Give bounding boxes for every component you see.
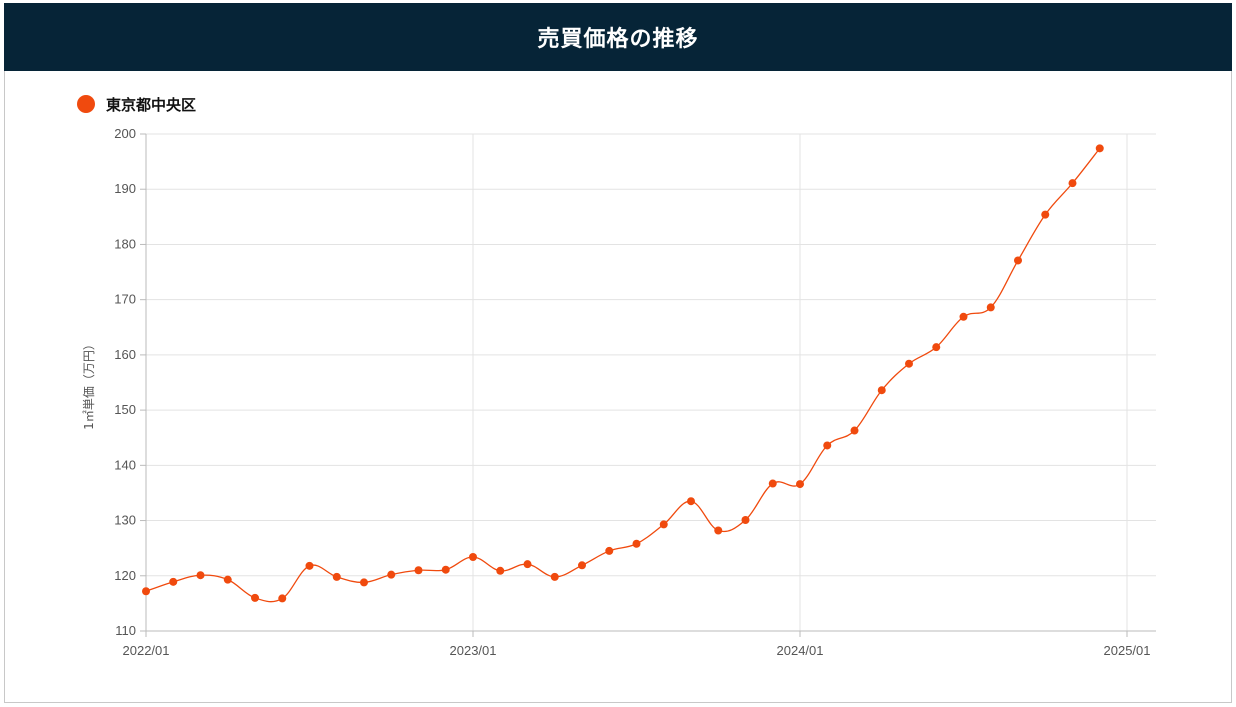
legend-label: 東京都中央区 — [106, 96, 196, 114]
data-point[interactable] — [1095, 144, 1104, 153]
y-tick-label: 160 — [114, 347, 136, 362]
data-point[interactable] — [1068, 179, 1077, 188]
y-tick-label: 200 — [114, 126, 136, 141]
data-point[interactable] — [877, 386, 886, 395]
y-tick-label: 190 — [114, 181, 136, 196]
y-axis-ticks: 110 120 130 140 150 160 170 180 190 200 — [114, 126, 146, 638]
data-point[interactable] — [441, 565, 450, 574]
data-point[interactable] — [169, 577, 178, 586]
line-chart: 110120130140150160170180190200 2022/01 20… — [77, 95, 1156, 658]
data-point[interactable] — [605, 546, 614, 555]
data-point[interactable] — [523, 560, 532, 569]
y-tick-label: 110 — [115, 623, 136, 638]
data-point[interactable] — [905, 359, 913, 368]
data-point[interactable] — [986, 303, 995, 312]
axes — [145, 134, 1156, 632]
data-point[interactable] — [578, 561, 586, 570]
data-point[interactable] — [278, 594, 287, 603]
y-tick-label: 150 — [114, 402, 136, 417]
data-point[interactable] — [632, 539, 641, 548]
data-point[interactable] — [741, 516, 750, 525]
data-point[interactable] — [469, 553, 477, 562]
y-tick-label: 170 — [114, 292, 136, 307]
y-tick-label: 140 — [114, 457, 136, 472]
grid-lines — [145, 133, 1156, 632]
legend-marker — [77, 95, 95, 113]
data-point[interactable] — [932, 343, 941, 352]
data-point[interactable] — [332, 572, 341, 581]
data-point[interactable] — [959, 312, 968, 321]
x-axis-ticks: 2022/01 2023/01 2024/01 2025/01 — [123, 631, 1151, 658]
data-point[interactable] — [850, 426, 859, 435]
series-tokyo-chuo — [142, 144, 1104, 603]
data-point[interactable] — [496, 566, 505, 575]
x-tick-label: 2023/01 — [450, 643, 497, 658]
data-point[interactable] — [387, 570, 396, 579]
data-point[interactable] — [823, 441, 832, 450]
y-tick-label: 120 — [114, 568, 136, 583]
legend[interactable]: 東京都中央区 — [77, 95, 196, 114]
data-point[interactable] — [251, 593, 259, 602]
data-point[interactable] — [796, 480, 804, 489]
y-tick-label: 130 — [114, 513, 136, 528]
data-point[interactable] — [687, 497, 695, 506]
data-point[interactable] — [142, 587, 150, 596]
data-point[interactable] — [1041, 210, 1050, 219]
y-tick-label: 180 — [114, 236, 136, 251]
data-point[interactable] — [1014, 256, 1022, 265]
x-tick-label: 2022/01 — [123, 643, 170, 658]
data-point[interactable] — [714, 526, 723, 535]
x-tick-label: 2025/01 — [1104, 643, 1151, 658]
data-point[interactable] — [360, 578, 368, 587]
data-point[interactable] — [768, 479, 777, 488]
data-point[interactable] — [659, 520, 668, 529]
data-point[interactable] — [305, 561, 314, 570]
data-point[interactable] — [414, 566, 423, 575]
data-point[interactable] — [550, 572, 559, 581]
series-line — [145, 147, 1101, 603]
y-axis-label: 1㎡単価（万円） — [82, 338, 96, 430]
data-point[interactable] — [196, 571, 205, 580]
x-tick-label: 2024/01 — [777, 643, 824, 658]
data-point[interactable] — [223, 575, 232, 584]
